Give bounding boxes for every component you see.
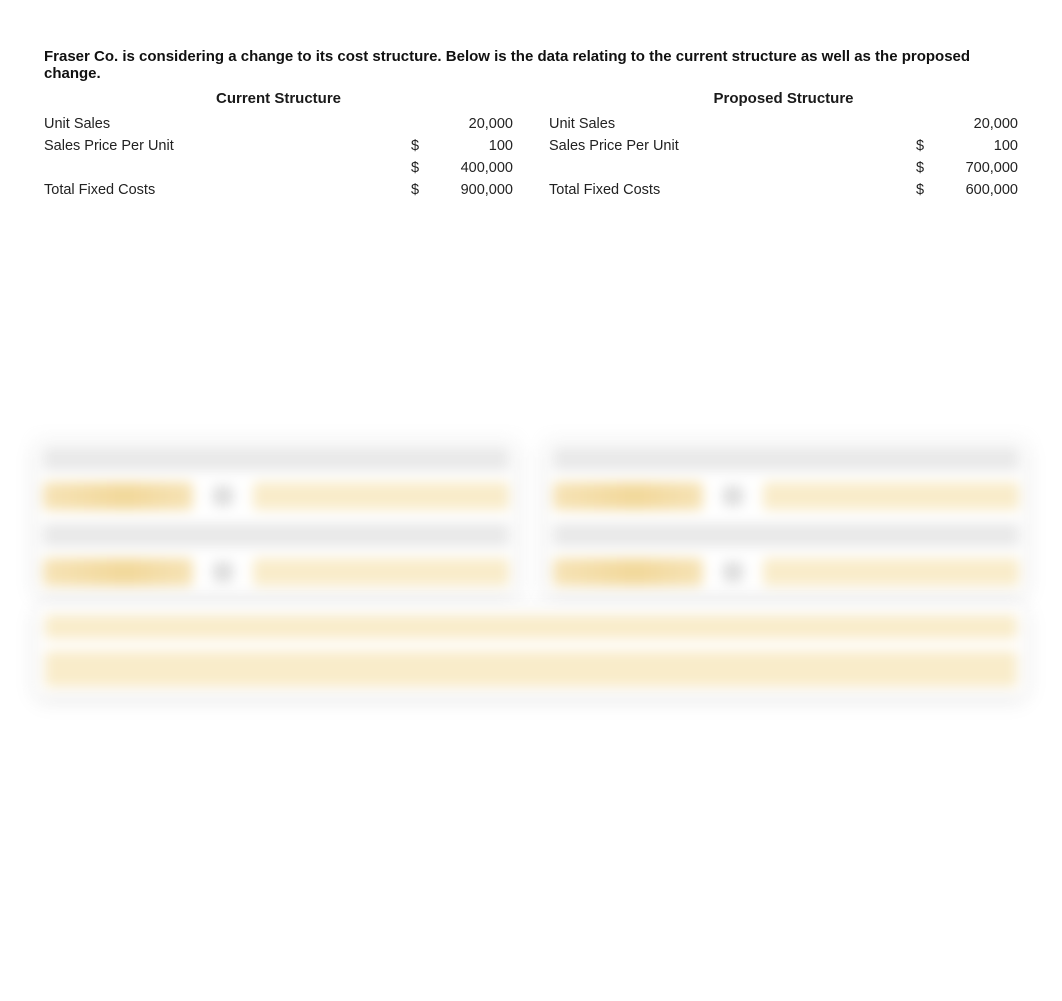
row-value: 600,000 — [938, 182, 1018, 198]
row-currency: $ — [411, 138, 433, 154]
row-label: Sales Price Per Unit — [44, 138, 411, 154]
row-currency: $ — [411, 160, 433, 176]
row-value: 700,000 — [938, 160, 1018, 176]
row-value: 20,000 — [938, 116, 1018, 132]
table-row: $ 400,000 — [44, 157, 513, 179]
structure-columns: Current Structure Unit Sales 20,000 Sale… — [44, 90, 1018, 201]
table-row: Total Fixed Costs $ 900,000 — [44, 179, 513, 201]
proposed-structure-col: Proposed Structure Unit Sales 20,000 Sal… — [549, 90, 1018, 201]
blurred-panel — [36, 440, 516, 594]
blurred-answer-region — [36, 440, 1026, 696]
proposed-structure-title: Proposed Structure — [549, 90, 1018, 107]
row-currency: $ — [916, 182, 938, 198]
problem-intro: Fraser Co. is considering a change to it… — [44, 48, 1018, 82]
table-row: $ 700,000 — [549, 157, 1018, 179]
row-value: 20,000 — [433, 116, 513, 132]
row-currency: $ — [916, 160, 938, 176]
row-value: 900,000 — [433, 182, 513, 198]
row-label: Unit Sales — [549, 116, 916, 132]
table-row: Unit Sales 20,000 — [549, 113, 1018, 135]
row-label: Unit Sales — [44, 116, 411, 132]
table-row: Unit Sales 20,000 — [44, 113, 513, 135]
table-row: Total Fixed Costs $ 600,000 — [549, 179, 1018, 201]
row-value: 100 — [433, 138, 513, 154]
blurred-panel — [546, 440, 1026, 594]
current-structure-col: Current Structure Unit Sales 20,000 Sale… — [44, 90, 513, 201]
row-label: Total Fixed Costs — [44, 182, 411, 198]
row-currency: $ — [916, 138, 938, 154]
blurred-panel — [36, 606, 1026, 696]
row-currency: $ — [411, 182, 433, 198]
current-structure-title: Current Structure — [44, 90, 513, 107]
row-label: Sales Price Per Unit — [549, 138, 916, 154]
row-value: 100 — [938, 138, 1018, 154]
row-label: Total Fixed Costs — [549, 182, 916, 198]
table-row: Sales Price Per Unit $ 100 — [549, 135, 1018, 157]
table-row: Sales Price Per Unit $ 100 — [44, 135, 513, 157]
row-value: 400,000 — [433, 160, 513, 176]
